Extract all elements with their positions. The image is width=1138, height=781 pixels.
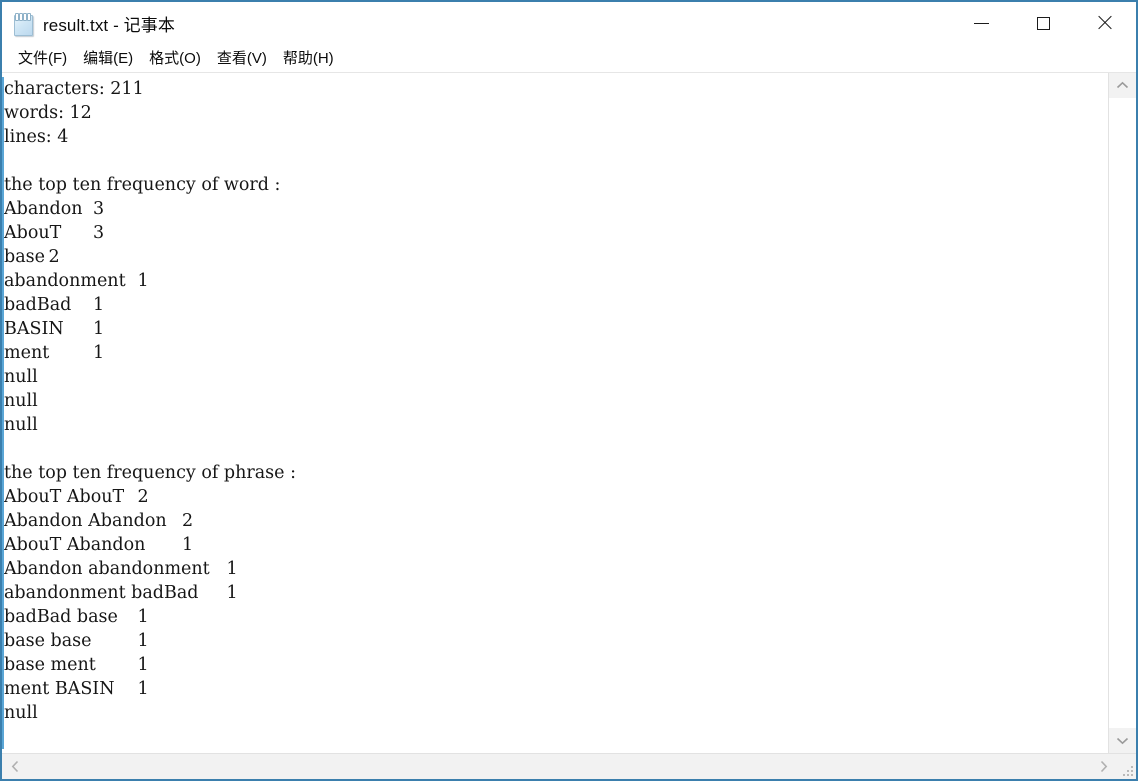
notepad-window: result.txt - 记事本 文件(F) 编辑(E) 格式(O) 查看(V)…	[0, 0, 1138, 781]
scroll-up-button[interactable]	[1109, 73, 1136, 98]
chevron-down-icon	[1116, 737, 1129, 745]
menu-bar: 文件(F) 编辑(E) 格式(O) 查看(V) 帮助(H)	[2, 44, 1136, 73]
maximize-icon	[1036, 16, 1050, 30]
chevron-up-icon	[1116, 81, 1129, 89]
scroll-down-button[interactable]	[1109, 728, 1136, 753]
text-editor-area[interactable]: characters: 211 words: 12 lines: 4 the t…	[2, 73, 1108, 753]
chevron-right-icon	[1100, 760, 1107, 773]
text-caret	[2, 77, 4, 749]
close-button[interactable]	[1074, 2, 1136, 44]
close-icon	[1096, 14, 1114, 32]
minimize-icon	[973, 22, 989, 24]
menu-item-help[interactable]: 帮助(H)	[276, 45, 341, 71]
notepad-icon	[13, 12, 34, 36]
window-title: result.txt - 记事本	[43, 15, 175, 35]
horizontal-scroll-track[interactable]	[28, 754, 1090, 779]
maximize-button[interactable]	[1012, 2, 1074, 44]
menu-item-file[interactable]: 文件(F)	[11, 45, 74, 71]
scroll-left-button[interactable]	[2, 754, 28, 779]
title-bar[interactable]: result.txt - 记事本	[2, 2, 1136, 44]
minimize-button[interactable]	[950, 2, 1012, 44]
title-bar-left: result.txt - 记事本	[2, 2, 175, 44]
scroll-right-button[interactable]	[1090, 754, 1116, 779]
vertical-scrollbar[interactable]	[1108, 73, 1136, 753]
document-text: characters: 211 words: 12 lines: 4 the t…	[4, 79, 296, 723]
menu-item-view[interactable]: 查看(V)	[210, 45, 274, 71]
editor-row: characters: 211 words: 12 lines: 4 the t…	[2, 73, 1136, 753]
menu-item-edit[interactable]: 编辑(E)	[76, 45, 140, 71]
horizontal-scrollbar[interactable]	[2, 753, 1136, 779]
chevron-left-icon	[11, 760, 18, 773]
vertical-scroll-track[interactable]	[1109, 98, 1136, 728]
resize-grip-icon[interactable]	[1116, 754, 1136, 779]
window-controls	[950, 2, 1136, 44]
menu-item-format[interactable]: 格式(O)	[142, 45, 208, 71]
